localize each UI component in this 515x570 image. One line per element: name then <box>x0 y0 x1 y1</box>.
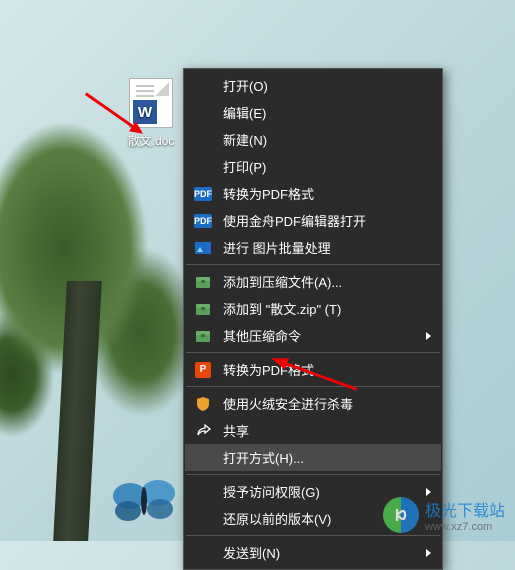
image-icon <box>193 238 213 258</box>
menu-add-archive[interactable]: 添加到压缩文件(A)... <box>185 268 441 295</box>
watermark-title: 极光下载站 <box>425 497 505 521</box>
menu-other-compress[interactable]: 其他压缩命令 <box>185 322 441 349</box>
watermark: 极光下载站 www.xz7.com <box>383 497 505 533</box>
submenu-arrow-icon <box>426 549 431 557</box>
desktop-file-icon[interactable]: W 散文.doc <box>122 78 180 149</box>
menu-add-zip[interactable]: 添加到 "散文.zip" (T) <box>185 295 441 322</box>
word-document-icon: W <box>129 78 173 128</box>
menu-separator <box>186 264 440 265</box>
pdf-icon: PDF <box>193 184 213 204</box>
menu-separator <box>186 474 440 475</box>
file-label: 散文.doc <box>122 132 180 149</box>
menu-new[interactable]: 新建(N) <box>185 126 441 153</box>
watermark-url: www.xz7.com <box>425 521 505 533</box>
share-icon <box>193 421 213 441</box>
menu-convert-pdf[interactable]: PDF 转换为PDF格式 <box>185 180 441 207</box>
menu-print[interactable]: 打印(P) <box>185 153 441 180</box>
menu-separator <box>186 352 440 353</box>
menu-share[interactable]: 共享 <box>185 417 441 444</box>
butterfly-decoration <box>110 471 180 526</box>
archive-icon <box>193 326 213 346</box>
menu-open-with[interactable]: 打开方式(H)... <box>185 444 441 471</box>
archive-icon <box>193 272 213 292</box>
pdf-editor-icon: PDF <box>193 211 213 231</box>
archive-icon <box>193 299 213 319</box>
watermark-logo-icon <box>383 497 419 533</box>
context-menu: 打开(O) 编辑(E) 新建(N) 打印(P) PDF 转换为PDF格式 PDF… <box>183 68 443 570</box>
menu-convert-pdf-wps[interactable]: P 转换为PDF格式 <box>185 356 441 383</box>
menu-separator <box>186 386 440 387</box>
menu-huorong-scan[interactable]: 使用火绒安全进行杀毒 <box>185 390 441 417</box>
menu-separator <box>186 535 440 536</box>
submenu-arrow-icon <box>426 488 431 496</box>
wps-icon: P <box>193 360 213 380</box>
submenu-arrow-icon <box>426 332 431 340</box>
menu-open[interactable]: 打开(O) <box>185 72 441 99</box>
shield-icon <box>193 394 213 414</box>
menu-edit[interactable]: 编辑(E) <box>185 99 441 126</box>
menu-send-to[interactable]: 发送到(N) <box>185 539 441 566</box>
menu-jinzhou-pdf[interactable]: PDF 使用金舟PDF编辑器打开 <box>185 207 441 234</box>
menu-batch-image[interactable]: 进行 图片批量处理 <box>185 234 441 261</box>
